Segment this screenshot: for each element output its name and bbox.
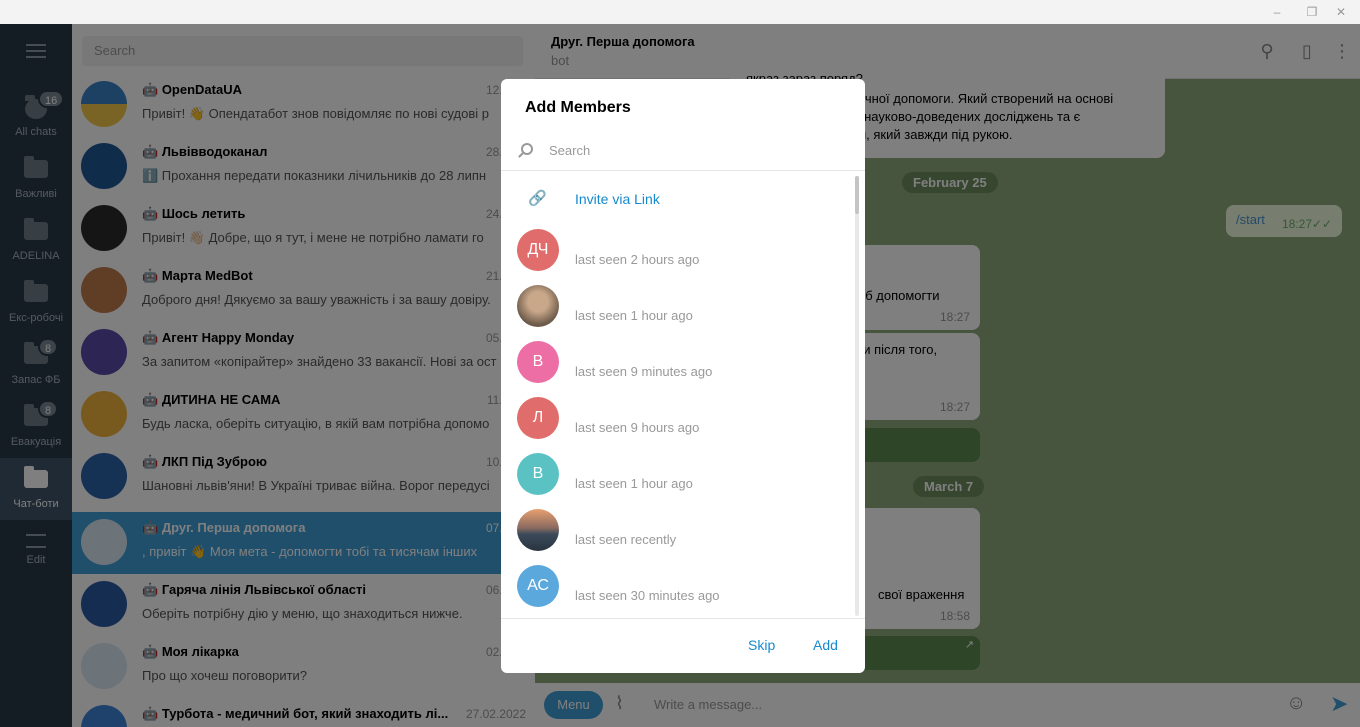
last-seen: last seen 1 hour ago (575, 308, 693, 323)
member-row[interactable]: last seen recently (501, 505, 856, 561)
scrollbar-thumb[interactable] (855, 176, 859, 214)
avatar (517, 509, 559, 551)
avatar: АС (517, 565, 559, 607)
invite-label: Invite via Link (575, 191, 660, 207)
close-button[interactable]: ✕ (1332, 3, 1350, 21)
avatar: ДЧ (517, 229, 559, 271)
avatar: В (517, 453, 559, 495)
member-search-input[interactable]: Search (501, 135, 865, 171)
last-seen: last seen 9 minutes ago (575, 364, 713, 379)
dialog-title: Add Members (525, 99, 631, 116)
add-members-dialog: Add Members Search 🔗 Invite via Link ДЧ … (501, 79, 865, 673)
last-seen: last seen recently (575, 532, 677, 547)
last-seen: last seen 30 minutes ago (575, 588, 720, 603)
avatar: В (517, 341, 559, 383)
member-row[interactable]: В last seen 1 hour ago (501, 449, 856, 505)
window-titlebar: – ❐ ✕ (0, 0, 1360, 24)
search-placeholder: Search (549, 143, 591, 158)
restore-button[interactable]: ❐ (1303, 3, 1321, 21)
member-row[interactable]: Л last seen 9 hours ago (501, 393, 856, 449)
link-icon: 🔗 (528, 190, 547, 207)
avatar (517, 285, 559, 327)
member-list-scrollbar[interactable] (855, 176, 859, 616)
member-row[interactable]: last seen 1 hour ago (501, 281, 856, 337)
add-button[interactable]: Add (813, 637, 838, 653)
member-row[interactable]: АС last seen 30 minutes ago (501, 561, 856, 617)
search-icon (521, 143, 533, 155)
dialog-footer: Skip Add (501, 618, 865, 673)
last-seen: last seen 1 hour ago (575, 476, 693, 491)
invite-via-link-button[interactable]: 🔗 Invite via Link (501, 181, 856, 217)
member-row[interactable]: ДЧ last seen 2 hours ago (501, 225, 856, 281)
member-row[interactable]: В last seen 9 minutes ago (501, 337, 856, 393)
skip-button[interactable]: Skip (748, 637, 775, 653)
last-seen: last seen 2 hours ago (575, 252, 700, 267)
last-seen: last seen 9 hours ago (575, 420, 700, 435)
minimize-button[interactable]: – (1268, 3, 1286, 21)
avatar: Л (517, 397, 559, 439)
